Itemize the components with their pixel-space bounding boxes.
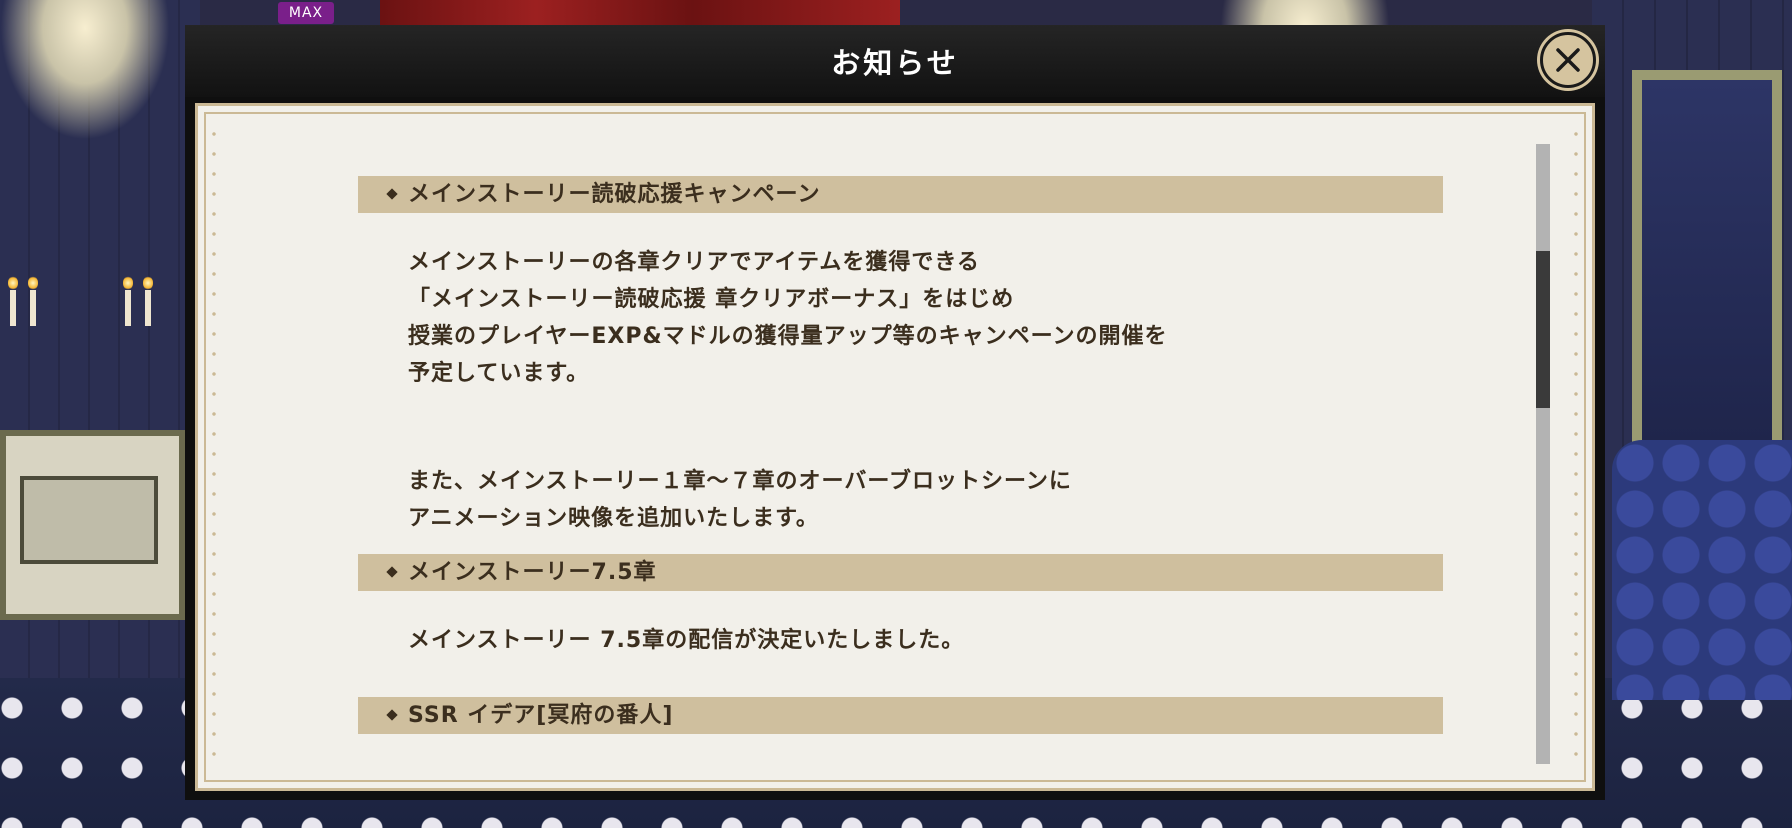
section-body: メインストーリー 7.5章の配信が決定いたしました。: [358, 622, 1443, 659]
diamond-bullet-icon: [386, 188, 398, 200]
diamond-bullet-icon: [386, 566, 398, 578]
candle: [145, 290, 151, 326]
body-line: 「メインストーリー読破応援 章クリアボーナス」をはじめ: [408, 287, 1015, 312]
sofa: [1612, 440, 1792, 700]
close-button[interactable]: [1540, 32, 1596, 88]
body-line: メインストーリーの各章クリアでアイテムを獲得できる: [408, 250, 980, 275]
section-body: また、メインストーリー１章～７章のオーバーブロットシーンに アニメーション映像を…: [358, 463, 1443, 537]
section-body: メインストーリーの各章クリアでアイテムを獲得できる 「メインストーリー読破応援 …: [358, 244, 1443, 392]
flame: [123, 276, 133, 290]
body-line: また、メインストーリー１章～７章のオーバーブロットシーンに: [408, 469, 1072, 494]
door: [1632, 70, 1782, 450]
section-header: メインストーリー7.5章: [358, 554, 1443, 591]
scrollbar-thumb[interactable]: [1536, 251, 1550, 408]
section-header: メインストーリー読破応援キャンペーン: [358, 176, 1443, 213]
dotted-border-left: [212, 124, 216, 770]
body-line: アニメーション映像を追加いたします。: [408, 506, 819, 531]
section-header-label: SSR イデア[冥府の番人]: [408, 703, 674, 728]
diamond-bullet-icon: [386, 709, 398, 721]
dotted-border-right: [1574, 124, 1578, 770]
flame: [8, 276, 18, 290]
dialog-titlebar: お知らせ: [185, 25, 1605, 97]
flame: [28, 276, 38, 290]
section-header: SSR イデア[冥府の番人]: [358, 697, 1443, 734]
body-line: 予定しています。: [408, 361, 590, 386]
max-badge: MAX: [278, 2, 334, 24]
close-x-icon: [1556, 48, 1580, 72]
cabinet: [0, 430, 185, 620]
section-header-label: メインストーリー読破応援キャンペーン: [408, 182, 821, 207]
scrollbar-track[interactable]: [1536, 144, 1550, 764]
section-header-label: メインストーリー7.5章: [408, 560, 657, 585]
flame: [143, 276, 153, 290]
body-line: メインストーリー 7.5章の配信が決定いたしました。: [408, 628, 965, 653]
notice-dialog: お知らせ メインストーリー読破応援キャンペーン メインストーリーの各章クリアでア…: [185, 25, 1605, 800]
candle: [30, 290, 36, 326]
dialog-title: お知らせ: [831, 46, 959, 80]
notice-panel[interactable]: メインストーリー読破応援キャンペーン メインストーリーの各章クリアでアイテムを獲…: [195, 103, 1595, 791]
candle: [10, 290, 16, 326]
body-line: 授業のプレイヤーEXP&マドルの獲得量アップ等のキャンペーンの開催を: [408, 324, 1168, 349]
candle: [125, 290, 131, 326]
